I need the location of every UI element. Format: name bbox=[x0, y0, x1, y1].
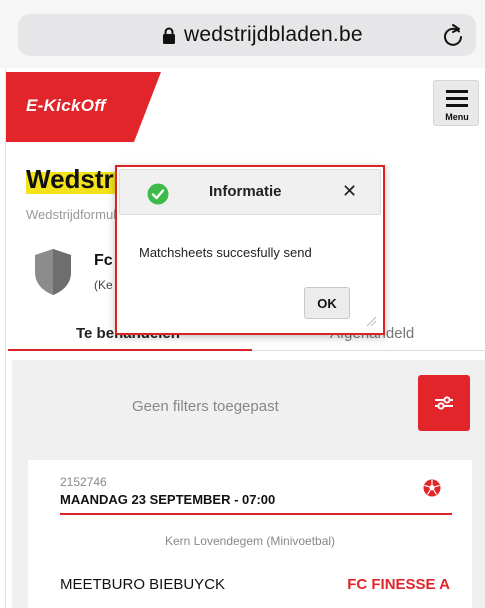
filter-status: Geen filters toegepast bbox=[132, 398, 279, 415]
match-venue: Kern Lovendegem (Minivoetbal) bbox=[164, 534, 336, 548]
menu-button[interactable]: Menu bbox=[433, 80, 479, 126]
resize-grip-icon[interactable] bbox=[365, 315, 377, 327]
away-team: FC FINESSE A bbox=[347, 576, 450, 593]
check-circle-icon bbox=[147, 183, 169, 205]
browser-bar: wedstrijdbladen.be bbox=[0, 0, 485, 68]
url-text: wedstrijdbladen.be bbox=[184, 23, 363, 46]
reload-icon[interactable] bbox=[442, 23, 464, 47]
dialog-message: Matchsheets succesfully send bbox=[139, 245, 312, 260]
filter-button[interactable] bbox=[418, 375, 470, 431]
hamburger-icon bbox=[446, 90, 468, 93]
team-name: Fc bbox=[94, 252, 113, 269]
hamburger-icon-bar bbox=[446, 97, 468, 100]
tab-divider bbox=[252, 350, 485, 351]
match-card[interactable]: 2152746 MAANDAG 23 SEPTEMBER - 07:00 Ker… bbox=[28, 460, 472, 608]
match-date: MAANDAG 23 SEPTEMBER - 07:00 bbox=[60, 492, 276, 507]
ok-button[interactable]: OK bbox=[304, 287, 350, 319]
home-team: MEETBURO BIEBUYCK bbox=[60, 576, 226, 593]
page-edge bbox=[0, 68, 6, 608]
info-dialog: Informatie ✕ Matchsheets succesfully sen… bbox=[115, 165, 385, 335]
shield-icon bbox=[35, 249, 71, 295]
team-subtitle: (Ke bbox=[94, 278, 113, 292]
lock-icon bbox=[163, 27, 175, 44]
dialog-header[interactable]: Informatie ✕ bbox=[119, 169, 381, 215]
match-divider bbox=[60, 513, 452, 515]
menu-label: Menu bbox=[445, 112, 469, 122]
filter-sliders-icon bbox=[435, 396, 453, 410]
hamburger-icon-bar bbox=[446, 104, 468, 107]
logo-text[interactable]: E-KickOff bbox=[26, 96, 106, 116]
address-bar[interactable]: wedstrijdbladen.be bbox=[18, 14, 476, 56]
match-id: 2152746 bbox=[60, 475, 107, 489]
active-tab-indicator bbox=[8, 349, 252, 351]
dialog-title: Informatie bbox=[209, 183, 282, 200]
football-icon[interactable] bbox=[423, 479, 441, 497]
close-icon[interactable]: ✕ bbox=[342, 181, 357, 201]
